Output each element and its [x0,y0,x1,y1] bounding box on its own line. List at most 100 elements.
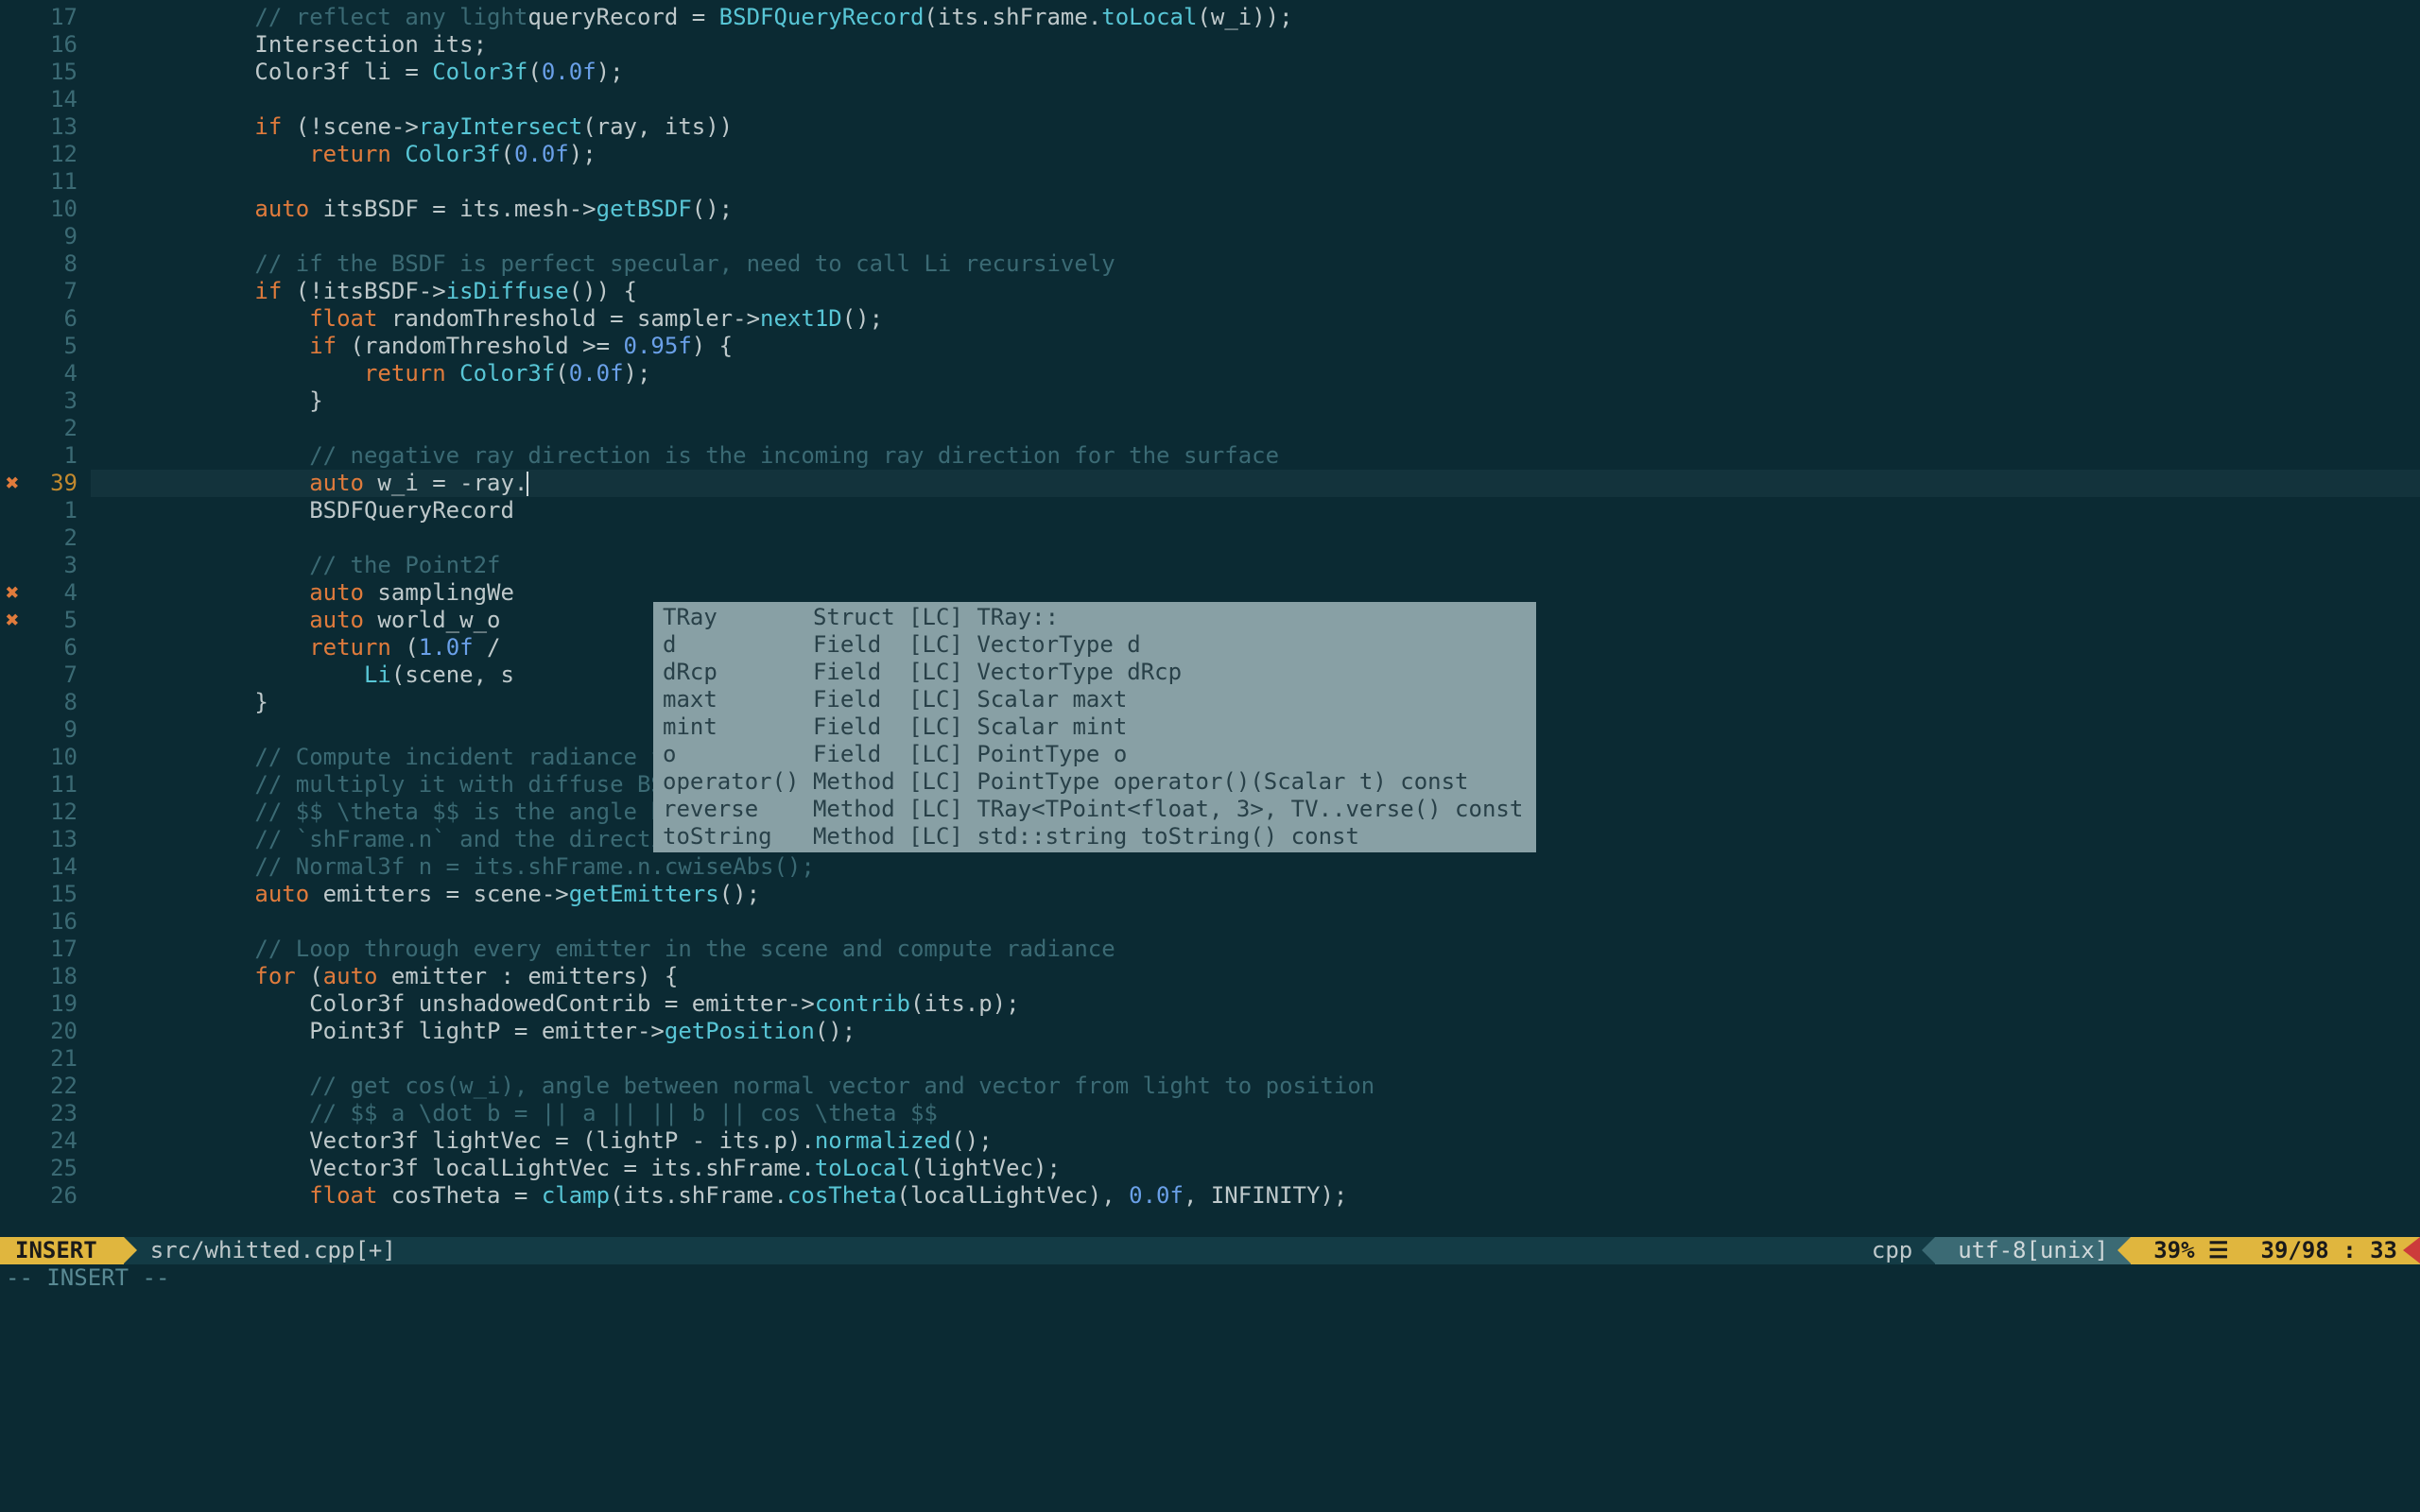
completion-item[interactable]: toString Method [LC] std::string toStrin… [653,823,1536,850]
code-line: if (randomThreshold >= 0.95f) { [91,333,2420,360]
code-line: if (!scene->rayIntersect(ray, its)) [91,113,2420,141]
line-number: 23 [0,1100,91,1127]
status-filler [411,1237,1857,1264]
completion-item[interactable]: d Field [LC] VectorType d [653,631,1536,659]
file-segment: src/whitted.cpp[+] [124,1237,411,1264]
code-line: if (!itsBSDF->isDiffuse()) { [91,278,2420,305]
line-number: 1 [0,497,91,524]
line-number: 9 [0,223,91,250]
line-number: 39✖ [0,470,91,497]
code-line [91,1045,2420,1073]
error-mark-icon: ✖ [6,607,19,634]
line-number: 16 [0,908,91,936]
line-number: 8 [0,689,91,716]
line-number: 17 [0,4,91,31]
completion-item[interactable]: TRay Struct [LC] TRay:: [653,604,1536,631]
code-line: float cosTheta = clamp(its.shFrame.cosTh… [91,1182,2420,1210]
code-line: auto emitters = scene->getEmitters(); [91,881,2420,908]
line-number: 4✖ [0,579,91,607]
completion-item[interactable]: maxt Field [LC] Scalar maxt [653,686,1536,713]
line-number: 10 [0,744,91,771]
line-number: 6 [0,305,91,333]
status-bar: INSERT src/whitted.cpp[+] cpp utf-8[unix… [0,1237,2420,1264]
error-mark-icon: ✖ [6,470,19,497]
completion-item[interactable]: dRcp Field [LC] VectorType dRcp [653,659,1536,686]
line-number: 26 [0,1182,91,1210]
line-number: 14 [0,86,91,113]
line-number: 18 [0,963,91,990]
code-line: // Normal3f n = its.shFrame.n.cwiseAbs()… [91,853,2420,881]
line-number: 8 [0,250,91,278]
line-number: 13 [0,113,91,141]
line-number: 15 [0,59,91,86]
code-line: Color3f li = Color3f(0.0f); [91,59,2420,86]
code-line: // $$ a \dot b = || a || || b || cos \th… [91,1100,2420,1127]
line-number: 2 [0,415,91,442]
line-number: 3 [0,387,91,415]
line-number: 12 [0,141,91,168]
code-line [91,168,2420,196]
text-cursor [527,472,528,496]
line-number: 4 [0,360,91,387]
code-line: return Color3f(0.0f); [91,360,2420,387]
line-number: 3 [0,552,91,579]
line-number: 21 [0,1045,91,1073]
code-line-current: auto w_i = -ray. [91,470,2420,497]
code-area[interactable]: // reflect any lightqueryRecord = BSDFQu… [91,0,2420,1446]
editor-pane[interactable]: 171615141312111098765432139✖1234✖5✖67891… [0,0,2420,1446]
line-number: 24 [0,1127,91,1155]
code-line: Vector3f lightVec = (lightP - its.p).nor… [91,1127,2420,1155]
line-number: 6 [0,634,91,662]
line-number: 14 [0,853,91,881]
line-number: 12 [0,799,91,826]
code-line: // the Point2f [91,552,2420,579]
code-line [91,86,2420,113]
line-number: 5 [0,333,91,360]
code-line: // negative ray direction is the incomin… [91,442,2420,470]
completion-popup[interactable]: TRay Struct [LC] TRay::d Field [LC] Vect… [653,602,1536,852]
code-line: float randomThreshold = sampler->next1D(… [91,305,2420,333]
code-line: BSDFQueryRecord [91,497,2420,524]
line-number-gutter: 171615141312111098765432139✖1234✖5✖67891… [0,0,91,1446]
completion-item[interactable]: mint Field [LC] Scalar mint [653,713,1536,741]
code-line [91,415,2420,442]
line-number: 20 [0,1018,91,1045]
code-line: Intersection its; [91,31,2420,59]
completion-item[interactable]: o Field [LC] PointType o [653,741,1536,768]
code-line: // if the BSDF is perfect specular, need… [91,250,2420,278]
line-number: 11 [0,771,91,799]
line-number: 2 [0,524,91,552]
code-line: } [91,387,2420,415]
code-line: Point3f lightP = emitter->getPosition(); [91,1018,2420,1045]
code-line: // reflect any lightqueryRecord = BSDFQu… [91,4,2420,31]
mode-message: -- INSERT -- [0,1264,169,1292]
code-line: // get cos(w_i), angle between normal ve… [91,1073,2420,1100]
code-line: Color3f unshadowedContrib = emitter->con… [91,990,2420,1018]
code-line [91,524,2420,552]
code-line: // Loop through every emitter in the sce… [91,936,2420,963]
code-line [91,908,2420,936]
mode-segment: INSERT [0,1237,124,1264]
line-number: 5✖ [0,607,91,634]
line-number: 16 [0,31,91,59]
completion-item[interactable]: reverse Method [LC] TRay<TPoint<float, 3… [653,796,1536,823]
line-number: 13 [0,826,91,853]
encoding-segment: utf-8[unix] [1935,1237,2131,1264]
percent-segment: 39% ☰ [2131,1237,2251,1264]
line-number: 19 [0,990,91,1018]
line-number: 15 [0,881,91,908]
completion-item[interactable]: operator() Method [LC] PointType operato… [653,768,1536,796]
position-segment: 39/98 : 33 [2252,1237,2420,1264]
line-number: 7 [0,662,91,689]
line-number: 9 [0,716,91,744]
error-mark-icon: ✖ [6,579,19,607]
line-number: 22 [0,1073,91,1100]
code-line: auto itsBSDF = its.mesh->getBSDF(); [91,196,2420,223]
line-number: 10 [0,196,91,223]
line-number: 7 [0,278,91,305]
line-number: 1 [0,442,91,470]
code-line: for (auto emitter : emitters) { [91,963,2420,990]
line-number: 17 [0,936,91,963]
code-line: return Color3f(0.0f); [91,141,2420,168]
code-line [91,223,2420,250]
